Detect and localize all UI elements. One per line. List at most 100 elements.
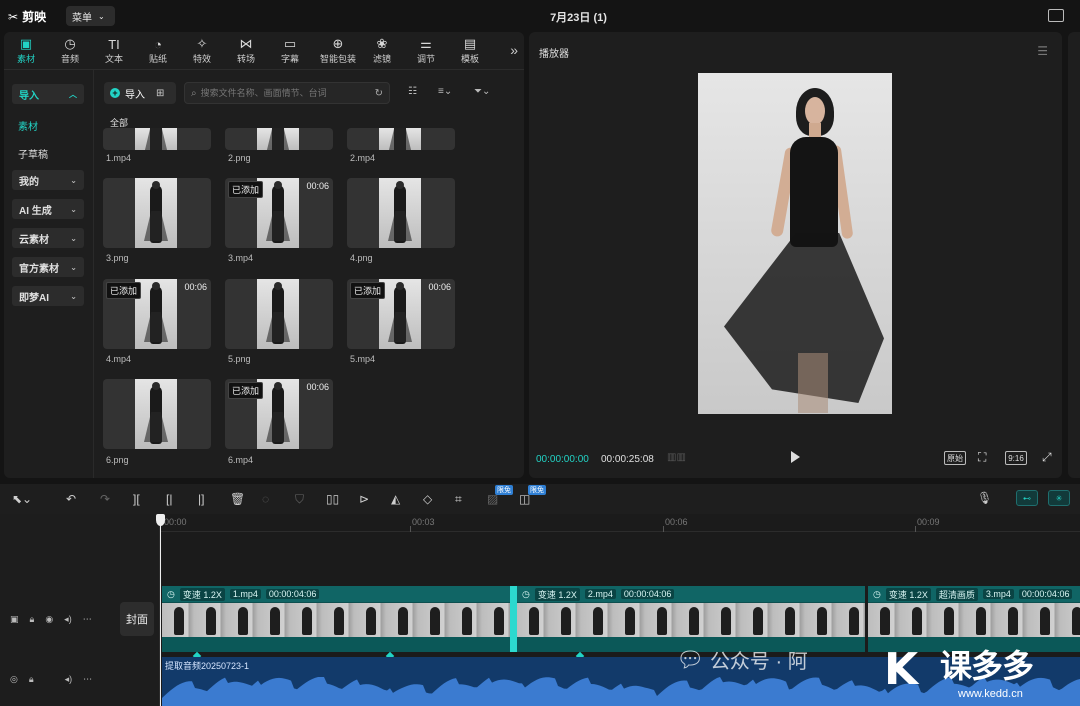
tab-sticker[interactable]: ◔ 贴纸 (138, 36, 178, 68)
category-import[interactable]: 导入 ︿ (12, 84, 84, 104)
tab-audio[interactable]: ◷ 音频 (50, 36, 90, 68)
media-thumb[interactable] (347, 128, 455, 150)
main-track-magnet-toggle[interactable]: ⊷ (1016, 490, 1038, 506)
media-thumb[interactable]: 已添加 00:06 (347, 279, 455, 349)
media-thumb[interactable] (103, 128, 211, 150)
trim-left-icon[interactable]: [| (166, 492, 172, 506)
tab-text[interactable]: TI 文本 (94, 36, 134, 68)
speed-icon: ◷ (167, 588, 175, 599)
wechat-icon: 💬︎ (676, 646, 704, 672)
rotate-icon[interactable]: ◇ (423, 492, 432, 506)
wechat-watermark: 💬︎ 公众号 · 阿 (676, 646, 808, 674)
clip-boundary-handle[interactable] (510, 586, 517, 652)
play-icon[interactable] (791, 451, 800, 463)
clip-duration: 00:00:04:06 (620, 589, 675, 599)
adjust-icon: ⚌ (420, 36, 432, 51)
lock-icon[interactable]: 🔒︎ (29, 674, 34, 685)
media-thumb[interactable] (103, 178, 211, 248)
select-tool-icon[interactable]: ⬉⌄ (12, 492, 32, 506)
tab-template[interactable]: ▤ 模板 (450, 36, 490, 68)
volume-icon[interactable]: ◂) (64, 614, 72, 625)
lock-icon[interactable]: 🔒︎ (30, 614, 35, 625)
trim-right-icon[interactable]: |] (198, 492, 204, 506)
category-official[interactable]: 官方素材 ⌄ (12, 257, 84, 277)
mirror-icon[interactable]: ◭ (391, 492, 400, 506)
tab-effects[interactable]: ✧ 特效 (182, 36, 222, 68)
tab-transition[interactable]: ⋈ 转场 (226, 36, 266, 68)
time-ruler[interactable]: 00:00 00:03 00:06 00:09 (160, 514, 1080, 532)
fullscreen-icon[interactable]: ⤢ (1042, 450, 1052, 465)
tab-filter[interactable]: ❀ 滤镜 (362, 36, 402, 68)
redo-icon[interactable]: ↷ (100, 492, 110, 506)
crop-icon[interactable]: ⌗ (455, 492, 462, 506)
audio-track-icon[interactable]: ◎ (10, 674, 18, 685)
media-thumb[interactable] (225, 279, 333, 349)
tool-strip: ▣ 素材 ◷ 音频 TI 文本 ◔ 贴纸 ✧ 特效 ⋈ 转场 ▭ 字幕 ⊕ 智能包装 ❀ 滤镜 ⚌… (4, 32, 524, 70)
category-mine[interactable]: 我的 ⌄ (12, 170, 84, 190)
sort-icon[interactable]: ≡⌄ (438, 86, 452, 97)
eye-icon[interactable]: ◉ (45, 614, 53, 625)
media-thumb[interactable] (103, 379, 211, 449)
ruler-tick: 00:06 (665, 517, 688, 527)
media-filename: 3.png (106, 253, 129, 263)
aspect-ratio-button[interactable]: 9:16 (1005, 451, 1027, 465)
mark-icon[interactable]: ◌ (262, 492, 269, 506)
import-button[interactable]: + 导入 ⊞ (104, 82, 176, 104)
media-filename: 6.mp4 (228, 455, 254, 465)
hamburger-icon[interactable]: ☰ (1037, 44, 1048, 58)
volume-icon[interactable]: ◂) (65, 674, 73, 685)
playhead[interactable] (160, 514, 161, 706)
freeze-frame-icon[interactable]: ▯▯ (326, 492, 339, 506)
shield-icon[interactable]: ⛉ (295, 492, 304, 506)
video-track-controls: ▣ 🔒︎ ◉ ◂) ⋯ (10, 614, 92, 625)
document-title: 7月23日 (1) (550, 12, 607, 24)
tab-subtitle[interactable]: ▭ 字幕 (270, 36, 310, 68)
media-filename: 4.mp4 (106, 354, 132, 364)
media-thumb[interactable] (225, 128, 333, 150)
microphone-icon[interactable]: 🎙 (977, 491, 992, 505)
sticker-icon: ◔ (154, 36, 162, 52)
player-title: 播放器 (539, 49, 569, 60)
more-icon[interactable]: ⋯ (83, 614, 92, 625)
refresh-icon[interactable]: ↻ (375, 88, 383, 99)
media-thumb[interactable]: 已添加 00:06 (225, 379, 333, 449)
video-clip-2[interactable]: ◷ 变速 1.2X 2.mp4 00:00:04:06 (517, 586, 865, 652)
search-input[interactable] (200, 88, 371, 98)
media-search: ⌕ ↻ (184, 82, 390, 104)
media-thumb[interactable]: 已添加 00:06 (103, 279, 211, 349)
grid-view-icon[interactable]: ☷ (408, 86, 417, 97)
subcategory-material[interactable]: 素材 (18, 118, 38, 133)
more-tools-icon[interactable]: » (510, 42, 518, 58)
category-cloud[interactable]: 云素材 ⌄ (12, 228, 84, 248)
video-preview[interactable] (698, 73, 892, 414)
clip-duration: 00:06 (306, 181, 329, 191)
category-ai-gen[interactable]: AI 生成 ⌄ (12, 199, 84, 219)
clip-duration: 00:00:04:06 (1018, 589, 1073, 599)
category-jimeng[interactable]: 即梦AI ⌄ (12, 286, 84, 306)
qr-icon[interactable]: ⊞ (156, 88, 164, 99)
filter-funnel-icon[interactable]: ⏷⌄ (474, 86, 490, 97)
media-thumb[interactable] (347, 178, 455, 248)
layout-icon[interactable] (1048, 9, 1064, 22)
tab-media[interactable]: ▣ 素材 (6, 36, 46, 68)
subcategory-subdraft[interactable]: 子草稿 (18, 146, 48, 161)
media-filename: 5.mp4 (350, 354, 376, 364)
original-view-button[interactable]: 原始 (944, 451, 966, 465)
media-thumb[interactable]: 已添加 00:06 (225, 178, 333, 248)
undo-icon[interactable]: ↶ (66, 492, 76, 506)
fit-screen-icon[interactable]: ⛶ (978, 450, 986, 465)
more-icon[interactable]: ⋯ (83, 674, 92, 685)
snap-toggle[interactable]: ✳ (1048, 490, 1070, 506)
cover-button[interactable]: 封面 (120, 602, 154, 636)
tab-adjust[interactable]: ⚌ 调节 (406, 36, 446, 68)
track-thumbnail-icon[interactable]: ▣ (10, 614, 19, 625)
frame-grid-icon[interactable]: ▥▥ (667, 452, 686, 463)
split-icon[interactable]: ][ (133, 492, 140, 506)
playhead-handle[interactable] (156, 514, 165, 526)
reverse-icon[interactable]: ⊳ (359, 492, 369, 506)
search-icon: ⌕ (191, 87, 197, 99)
video-clip-1[interactable]: ◷ 变速 1.2X 1.mp4 00:00:04:06 (162, 586, 510, 652)
video-clip-3[interactable]: ◷ 变速 1.2X 超清画质 3.mp4 00:00:04:06 (868, 586, 1080, 652)
delete-icon[interactable]: 🗑 (230, 492, 245, 506)
tab-smart-pack[interactable]: ⊕ 智能包装 (314, 36, 362, 68)
